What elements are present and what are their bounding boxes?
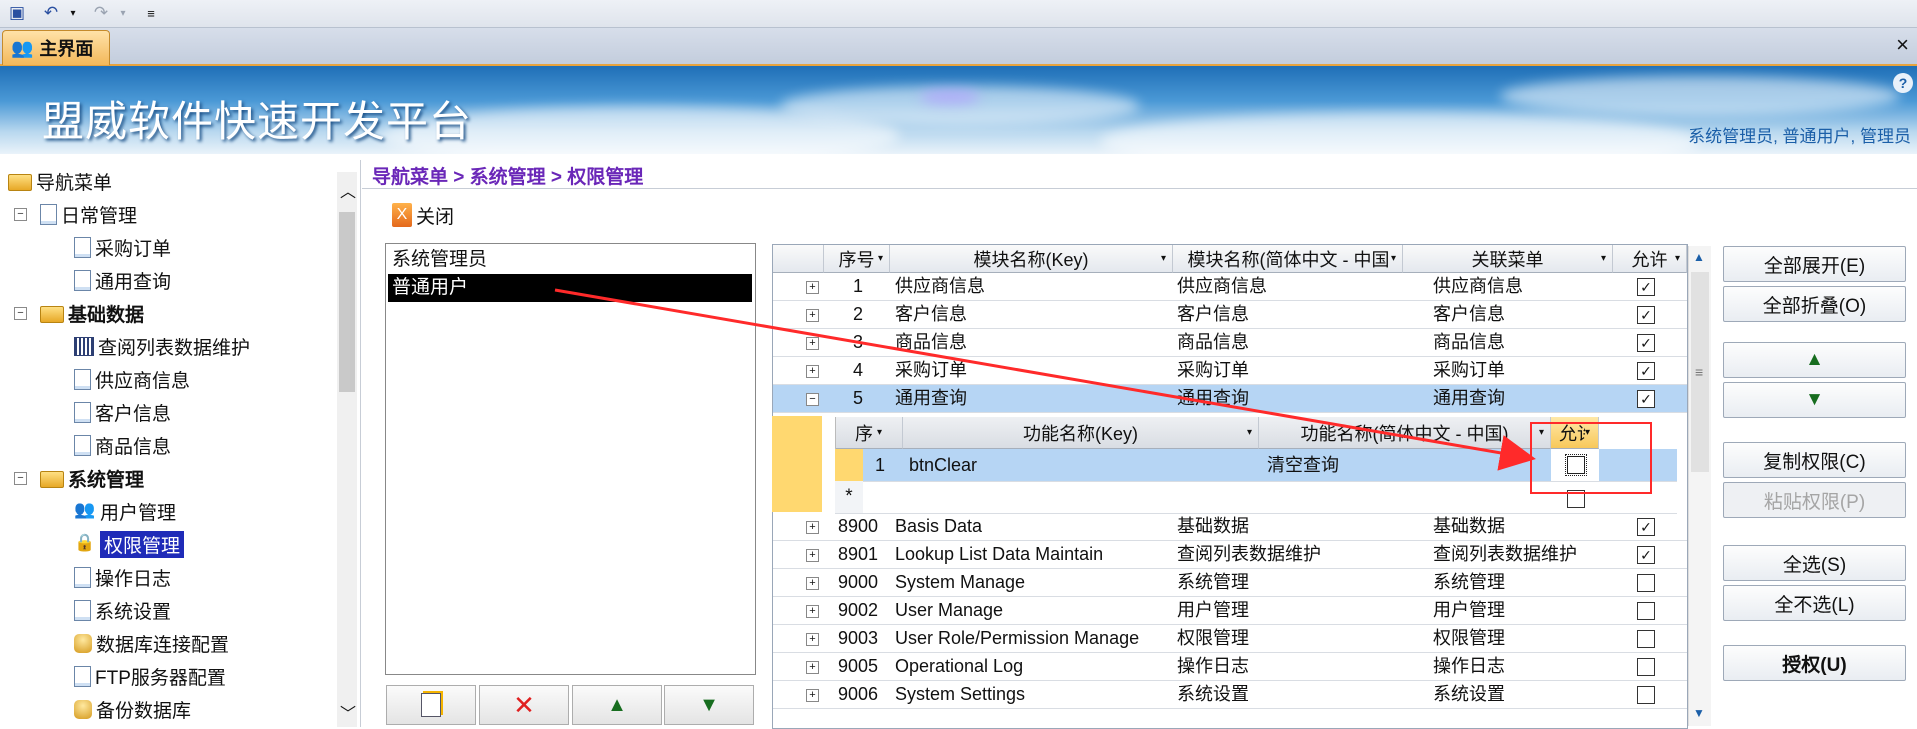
- annotation-arrow: [554, 288, 1536, 471]
- annotation-highlight-box: [1530, 422, 1652, 494]
